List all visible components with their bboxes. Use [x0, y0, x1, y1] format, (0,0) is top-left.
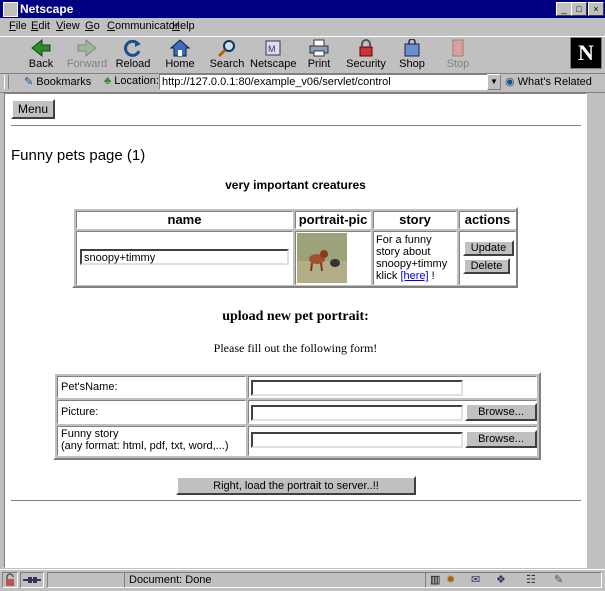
- menu-go[interactable]: Go: [85, 20, 100, 32]
- top-divider: [11, 125, 581, 127]
- address-book-icon[interactable]: ☷: [526, 573, 536, 587]
- pets-table: name portrait-pic story actions snoopy+t…: [72, 207, 518, 288]
- page-title: Funny pets page (1): [11, 147, 146, 164]
- pet-portrait-image[interactable]: [297, 233, 347, 283]
- column-header-name: name: [76, 211, 293, 229]
- online-status-icon[interactable]: [20, 572, 44, 588]
- picture-cell: Browse...: [248, 400, 537, 424]
- story-suffix: !: [431, 270, 435, 282]
- component-bar-grip[interactable]: ▥: [430, 573, 440, 587]
- security-lock-icon[interactable]: [2, 572, 18, 588]
- stop-icon: [452, 39, 464, 57]
- shop-button[interactable]: Shop: [389, 39, 435, 73]
- pets-name-cell: [248, 376, 537, 398]
- close-button[interactable]: ×: [588, 2, 604, 16]
- bottom-divider: [11, 500, 581, 502]
- pets-name-label: Pet'sName:: [57, 376, 246, 398]
- navigator-icon[interactable]: ✹: [446, 573, 455, 587]
- menu-view[interactable]: View: [56, 20, 80, 32]
- submit-upload-button[interactable]: Right, load the portrait to server..!!: [176, 476, 416, 495]
- back-arrow-icon: [31, 39, 51, 57]
- delete-button[interactable]: Delete: [463, 258, 510, 274]
- progress-bar: [47, 572, 125, 588]
- netscape-throbber-logo[interactable]: N: [570, 37, 602, 69]
- printer-icon: [309, 39, 329, 57]
- search-button[interactable]: Search: [204, 39, 250, 73]
- discussion-groups-icon[interactable]: ❖: [496, 573, 506, 587]
- location-label: ♣ Location:: [104, 75, 159, 87]
- menu-help[interactable]: Help: [172, 20, 195, 32]
- table-row-actions-cell: Update Delete: [459, 231, 516, 285]
- globe-icon: ◉: [505, 76, 515, 88]
- menu-edit[interactable]: Edit: [31, 20, 50, 32]
- column-header-portrait: portrait-pic: [295, 211, 371, 229]
- netscape-button[interactable]: M Netscape: [250, 39, 296, 73]
- location-bar: ✎ Bookmarks ♣ Location: http://127.0.0.1…: [0, 72, 605, 93]
- stop-button[interactable]: Stop: [435, 39, 481, 73]
- story-label: Funny story: [61, 428, 119, 440]
- shopping-bag-icon: [404, 39, 420, 57]
- pets-name-input[interactable]: [251, 380, 463, 396]
- column-header-story: story: [373, 211, 457, 229]
- window-title: Netscape: [20, 2, 74, 16]
- url-input[interactable]: http://127.0.0.1:80/example_v06/servlet/…: [159, 74, 490, 90]
- picture-label: Picture:: [57, 400, 246, 424]
- bookmarks-button[interactable]: ✎ Bookmarks: [24, 75, 91, 88]
- forward-button[interactable]: Forward: [64, 39, 110, 73]
- story-cell: Browse...: [248, 426, 537, 456]
- table-row-story-cell: For a funny story about snoopy+timmy kli…: [373, 231, 457, 285]
- toolbar-grip[interactable]: [4, 75, 9, 89]
- page-content: Menu Funny pets page (1) very important …: [4, 93, 587, 568]
- menu-file[interactable]: File: [9, 20, 27, 32]
- pet-name-input[interactable]: snoopy+timmy: [80, 249, 289, 265]
- search-icon: [217, 40, 235, 57]
- component-bar: ▥ ✹ ✉ ❖ ☷ ✎: [425, 572, 602, 588]
- security-button[interactable]: Security: [343, 39, 389, 73]
- status-text: Document: Done: [124, 572, 426, 588]
- mailbox-icon[interactable]: ✉: [471, 573, 480, 587]
- table-row-name-cell: snoopy+timmy: [76, 231, 293, 285]
- status-bar: Document: Done ▥ ✹ ✉ ❖ ☷ ✎: [0, 569, 605, 590]
- home-icon: [169, 39, 191, 57]
- forward-arrow-icon: [77, 39, 97, 57]
- story-format-hint: (any format: html, pdf, txt, word,...): [61, 440, 229, 452]
- whats-related-button[interactable]: ◉ What's Related: [505, 75, 592, 88]
- story-file-input[interactable]: [251, 432, 463, 448]
- lock-icon: [359, 39, 373, 57]
- bookmarks-icon: ✎: [24, 76, 34, 88]
- story-browse-button[interactable]: Browse...: [465, 430, 537, 448]
- url-dropdown-button[interactable]: ▼: [487, 74, 501, 90]
- table-caption: very important creatures: [225, 178, 366, 192]
- story-link[interactable]: [here]: [400, 270, 428, 282]
- menu-button[interactable]: Menu: [11, 99, 55, 119]
- table-row-portrait-cell: [295, 231, 371, 285]
- upload-title: upload new pet portrait:: [222, 309, 369, 324]
- maximize-button[interactable]: □: [571, 2, 587, 16]
- print-button[interactable]: Print: [296, 39, 342, 73]
- picture-file-input[interactable]: [251, 405, 463, 421]
- page-proxy-icon[interactable]: ♣: [104, 75, 111, 87]
- upload-form-table: Pet'sName: Picture: Browse... Funny stor…: [53, 372, 541, 460]
- column-header-actions: actions: [459, 211, 516, 229]
- upload-instructions: Please fill out the following form!: [213, 341, 378, 355]
- reload-button[interactable]: Reload: [110, 39, 156, 73]
- title-bar: Netscape _ □ ×: [0, 0, 605, 18]
- menu-bar: File Edit View Go Communicator Help: [0, 18, 605, 35]
- navigation-toolbar: Back Forward Reload Home Search M Netsca…: [0, 36, 605, 74]
- netscape-app-icon: [3, 2, 18, 17]
- netscape-icon: M: [265, 40, 281, 56]
- home-button[interactable]: Home: [157, 39, 203, 73]
- update-button[interactable]: Update: [463, 240, 514, 256]
- picture-browse-button[interactable]: Browse...: [465, 403, 537, 421]
- story-label-cell: Funny story (any format: html, pdf, txt,…: [57, 426, 246, 456]
- vertical-scrollbar[interactable]: [587, 93, 603, 568]
- composer-icon[interactable]: ✎: [554, 573, 563, 587]
- back-button[interactable]: Back: [18, 39, 64, 73]
- minimize-button[interactable]: _: [556, 2, 572, 16]
- reload-icon: [124, 39, 141, 57]
- svg-text:M: M: [268, 44, 276, 54]
- menu-communicator[interactable]: Communicator: [107, 20, 179, 32]
